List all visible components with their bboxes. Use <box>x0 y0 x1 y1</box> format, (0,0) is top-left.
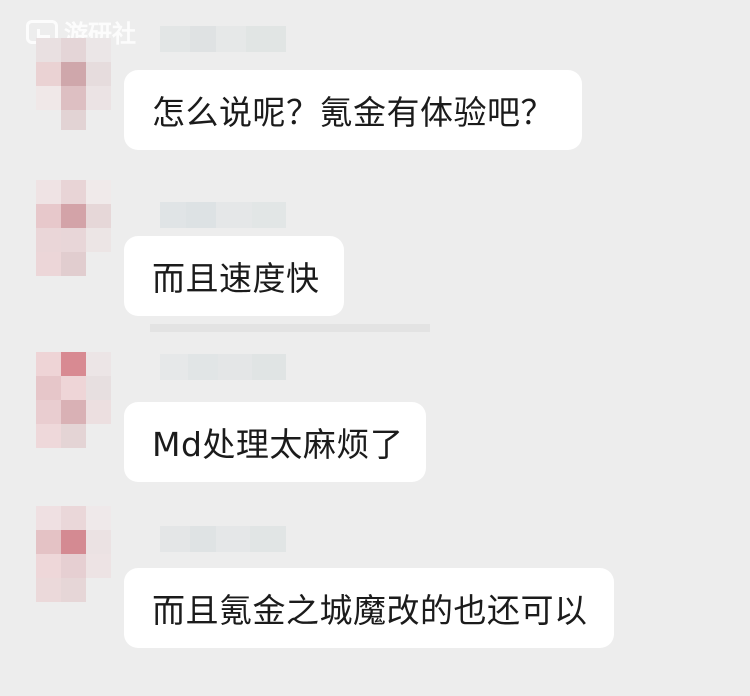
sender-avatar[interactable] <box>36 38 112 134</box>
message-bubble[interactable]: Md处理太麻烦了 <box>124 402 426 482</box>
avatar-pixel <box>86 180 111 204</box>
avatar-pixel <box>86 506 111 530</box>
avatar-pixel <box>86 86 111 110</box>
avatar-pixel <box>36 352 61 376</box>
avatar-pixel <box>61 38 86 62</box>
avatar-pixel <box>86 400 111 424</box>
avatar-pixel <box>61 62 86 86</box>
avatar-pixel <box>61 554 86 578</box>
avatar-pixel <box>86 376 111 400</box>
name-blur-block <box>218 354 252 380</box>
avatar-pixel <box>86 554 111 578</box>
sender-name-blurred <box>160 354 290 380</box>
name-blur-block <box>160 202 186 228</box>
sender-avatar[interactable] <box>36 352 112 448</box>
avatar-pixel <box>36 554 61 578</box>
avatar-pixel <box>61 228 86 252</box>
sender-name-blurred <box>160 526 290 552</box>
sender-name-blurred <box>160 202 290 228</box>
separator <box>150 324 430 332</box>
sender-avatar[interactable] <box>36 180 112 276</box>
name-blur-block <box>252 354 286 380</box>
message-bubble[interactable]: 怎么说呢？氪金有体验吧？ <box>124 70 582 150</box>
name-blur-block <box>190 26 216 52</box>
chat-message: 而且氪金之城魔改的也还可以 <box>0 506 750 666</box>
chat-message: 而且速度快 <box>0 168 750 332</box>
avatar-pixel <box>86 62 111 86</box>
avatar-pixel <box>36 38 61 62</box>
name-blur-block <box>190 526 216 552</box>
avatar-pixel <box>36 424 61 448</box>
avatar-pixel <box>36 62 61 86</box>
avatar-pixel <box>36 252 61 276</box>
avatar-pixel <box>86 38 111 62</box>
avatar-pixel <box>61 578 86 602</box>
sender-name-blurred <box>160 26 290 52</box>
avatar-pixel <box>61 110 86 130</box>
avatar-pixel <box>36 180 61 204</box>
name-blur-block <box>186 202 216 228</box>
name-blur-block <box>160 354 188 380</box>
avatar-pixel <box>36 204 61 228</box>
name-blur-block <box>246 26 286 52</box>
avatar-pixel <box>86 228 111 252</box>
avatar-pixel <box>61 86 86 110</box>
avatar-pixel <box>36 578 61 602</box>
message-bubble[interactable]: 而且氪金之城魔改的也还可以 <box>124 568 614 648</box>
avatar-pixel <box>61 352 86 376</box>
avatar-pixel <box>36 376 61 400</box>
avatar-pixel <box>86 530 111 554</box>
name-blur-block <box>160 526 190 552</box>
avatar-pixel <box>36 506 61 530</box>
avatar-pixel <box>36 400 61 424</box>
avatar-pixel <box>61 530 86 554</box>
avatar-pixel <box>61 400 86 424</box>
avatar-pixel <box>36 228 61 252</box>
avatar-pixel <box>61 204 86 228</box>
avatar-pixel <box>61 506 86 530</box>
name-blur-block <box>160 26 190 52</box>
avatar-pixel <box>61 252 86 276</box>
name-blur-block <box>216 526 250 552</box>
sender-avatar[interactable] <box>36 506 112 602</box>
avatar-pixel <box>36 530 61 554</box>
chat-message: 怎么说呢？氪金有体验吧？ <box>0 0 750 160</box>
name-blur-block <box>252 202 286 228</box>
chat-message-list: 游研社 怎么说呢？氪金有体验吧？ 而且速度快 Md处理太麻烦了 而且氪金之城魔改… <box>0 0 750 696</box>
avatar-pixel <box>61 424 86 448</box>
name-blur-block <box>250 526 286 552</box>
avatar-pixel <box>86 352 111 376</box>
message-text: 怎么说呢？氪金有体验吧？ <box>152 93 554 132</box>
chat-message: Md处理太麻烦了 <box>0 340 750 500</box>
name-blur-block <box>188 354 218 380</box>
avatar-pixel <box>61 376 86 400</box>
message-text: 而且氪金之城魔改的也还可以 <box>152 591 588 630</box>
message-text: 而且速度快 <box>152 259 320 298</box>
name-blur-block <box>216 202 252 228</box>
avatar-pixel <box>36 86 61 110</box>
message-bubble[interactable]: 而且速度快 <box>124 236 344 316</box>
name-blur-block <box>216 26 246 52</box>
avatar-pixel <box>86 204 111 228</box>
message-text: Md处理太麻烦了 <box>152 425 404 464</box>
avatar-pixel <box>61 180 86 204</box>
